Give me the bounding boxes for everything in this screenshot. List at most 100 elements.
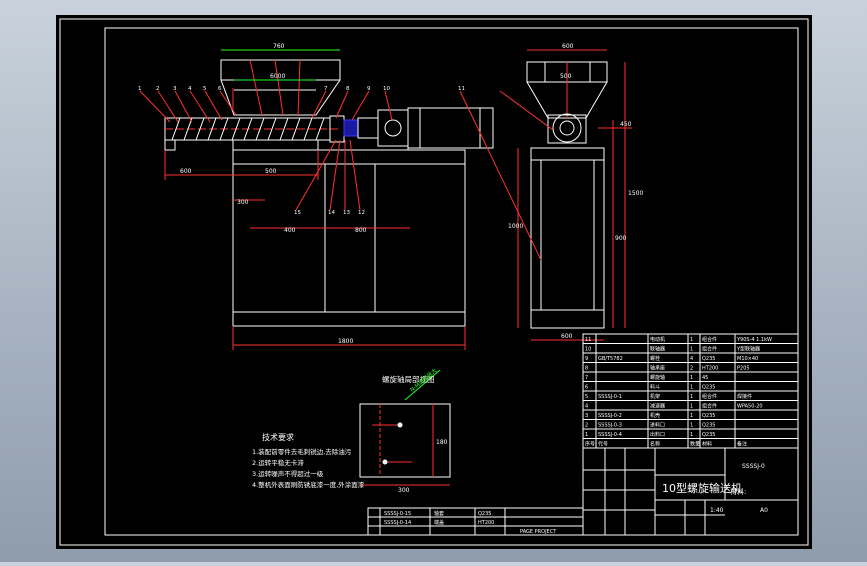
side-dim-bottom: 600 [561, 333, 573, 340]
parts-cell-mat: 组合件 [702, 403, 717, 410]
assembly-drawing: 760 6000 600 500 300 400 800 1800 600 50… [56, 15, 812, 549]
parts-cell-qty: 1 [690, 404, 693, 410]
side-dim-gear: 450 [620, 121, 632, 128]
side-dim-frame: 900 [615, 235, 627, 242]
parts-cell-code: GB/T5782 [598, 356, 623, 362]
balloon-5: 5 [203, 86, 207, 92]
bottom-list-footer: PAGE PROJECT [520, 529, 557, 535]
material-label: 材料: [730, 487, 746, 496]
balloon-6: 6 [218, 86, 222, 92]
parts-cell-no: 11 [585, 337, 591, 343]
parts-cell-note: Y90S-4 1.1kW [736, 337, 772, 343]
parts-cell-no: 8 [585, 366, 588, 372]
parts-cell-mat: Q235 [702, 432, 715, 438]
dim-total-length: 1800 [338, 338, 353, 345]
side-dim-inner: 500 [560, 73, 572, 80]
notes-heading: 技术要求 [262, 432, 294, 442]
parts-cell-qty: 1 [690, 413, 693, 419]
parts-cell-note: P205 [737, 366, 750, 372]
parts-cell-mat: Q235 [702, 413, 715, 419]
detail-height: 180 [436, 439, 448, 446]
parts-cell-name: 机壳 [650, 412, 660, 419]
dim-base-height: 300 [237, 199, 249, 206]
parts-cell-qty: 1 [690, 432, 693, 438]
side-dim-base: 1000 [508, 223, 523, 230]
parts-cell-mat: 组合件 [702, 346, 717, 353]
parts-cell-qty: 1 [690, 394, 693, 400]
parts-header-mat: 材料 [702, 441, 712, 448]
parts-cell-note: M10×40 [737, 356, 758, 362]
sheet-mark-scale: 1:40 [710, 507, 724, 514]
parts-cell-note: WPA50-20 [737, 404, 763, 410]
parts-cell-no: 10 [585, 347, 591, 353]
drawing-number: SSSSJ-0 [742, 463, 765, 470]
parts-cell-name: 螺栓 [650, 355, 660, 362]
balloon-1: 1 [138, 86, 142, 92]
balloon-3: 3 [173, 86, 177, 92]
parts-cell-qty: 1 [690, 423, 693, 429]
parts-cell-mat: Q235 [702, 385, 715, 391]
coupling [343, 119, 359, 137]
parts-cell-qty: 1 [690, 385, 693, 391]
parts-cell-mat: 组合件 [702, 393, 717, 400]
balloon-7: 7 [324, 86, 328, 92]
bottom-list-code-1: SSSSJ-0-15 [384, 511, 411, 517]
parts-cell-mat: Q235 [702, 356, 715, 362]
parts-header-note: 备注 [737, 441, 747, 448]
parts-cell-mat: Q235 [702, 423, 715, 429]
balloon-9: 9 [367, 86, 371, 92]
parts-cell-no: 7 [585, 375, 588, 381]
parts-cell-name: 料斗 [650, 384, 660, 391]
parts-header-qty: 数量 [690, 441, 700, 448]
parts-cell-code: SSSSJ-0-2 [598, 413, 622, 419]
balloon-13: 13 [343, 210, 350, 216]
parts-cell-name: 螺旋轴 [650, 374, 665, 381]
parts-cell-no: 3 [585, 413, 588, 419]
parts-header-name: 名称 [650, 441, 660, 448]
bottom-list-name-2: 端盖 [434, 519, 444, 526]
parts-cell-qty: 1 [690, 375, 693, 381]
parts-cell-qty: 2 [690, 366, 693, 372]
parts-cell-code: SSSSJ-0-3 [598, 423, 622, 429]
side-dim-total: 1500 [628, 190, 643, 197]
parts-header-code: 代号 [598, 441, 608, 448]
side-dim-top: 600 [562, 43, 574, 50]
parts-header-no: 序号 [585, 441, 595, 448]
parts-cell-mat: 45 [702, 375, 708, 381]
balloon-15: 15 [294, 210, 301, 216]
parts-cell-name: 机架 [650, 393, 660, 400]
parts-cell-no: 9 [585, 356, 588, 362]
cad-viewport[interactable]: 760 6000 600 500 300 400 800 1800 600 50… [0, 0, 867, 562]
parts-cell-name: 轴承座 [650, 365, 665, 372]
parts-cell-mat: 组合件 [702, 336, 717, 343]
parts-cell-name: 联轴器 [650, 346, 665, 353]
balloon-11: 11 [458, 86, 465, 92]
bottom-list-mat-1: Q235 [478, 511, 491, 517]
balloon-8: 8 [346, 86, 350, 92]
parts-cell-no: 1 [585, 432, 588, 438]
parts-cell-name: 进料口 [650, 422, 665, 429]
parts-cell-note: Y型联轴器 [736, 346, 760, 353]
dim-hopper-inner: 6000 [270, 73, 285, 80]
dim-mid-label: 500 [265, 168, 277, 175]
note-3: 3.运转噪声不得超过一级 [252, 469, 324, 478]
balloon-4: 4 [188, 86, 192, 92]
detail-width: 300 [398, 487, 410, 494]
parts-cell-name: 减速器 [650, 403, 665, 410]
parts-cell-code: SSSSJ-0-4 [598, 432, 622, 438]
dim-hopper-top: 760 [273, 43, 285, 50]
bottom-list-code-2: SSSSJ-0-14 [384, 520, 411, 526]
balloon-10: 10 [383, 86, 390, 92]
bottom-list-mat-2: HT200 [478, 520, 494, 526]
parts-cell-no: 6 [585, 385, 588, 391]
parts-cell-code: SSSSJ-0-1 [598, 394, 622, 400]
parts-cell-no: 4 [585, 404, 588, 410]
parts-cell-name: 出料口 [650, 431, 665, 438]
parts-cell-qty: 4 [690, 356, 693, 362]
note-4: 4.整机外表面刷防锈底漆一度,外涂面漆 [252, 480, 365, 489]
parts-cell-no: 5 [585, 394, 588, 400]
dim-mid-width: 800 [355, 227, 367, 234]
bottom-list-name-1: 轴套 [434, 510, 444, 517]
dim-left-span: 600 [180, 168, 192, 175]
parts-cell-qty: 1 [690, 337, 693, 343]
